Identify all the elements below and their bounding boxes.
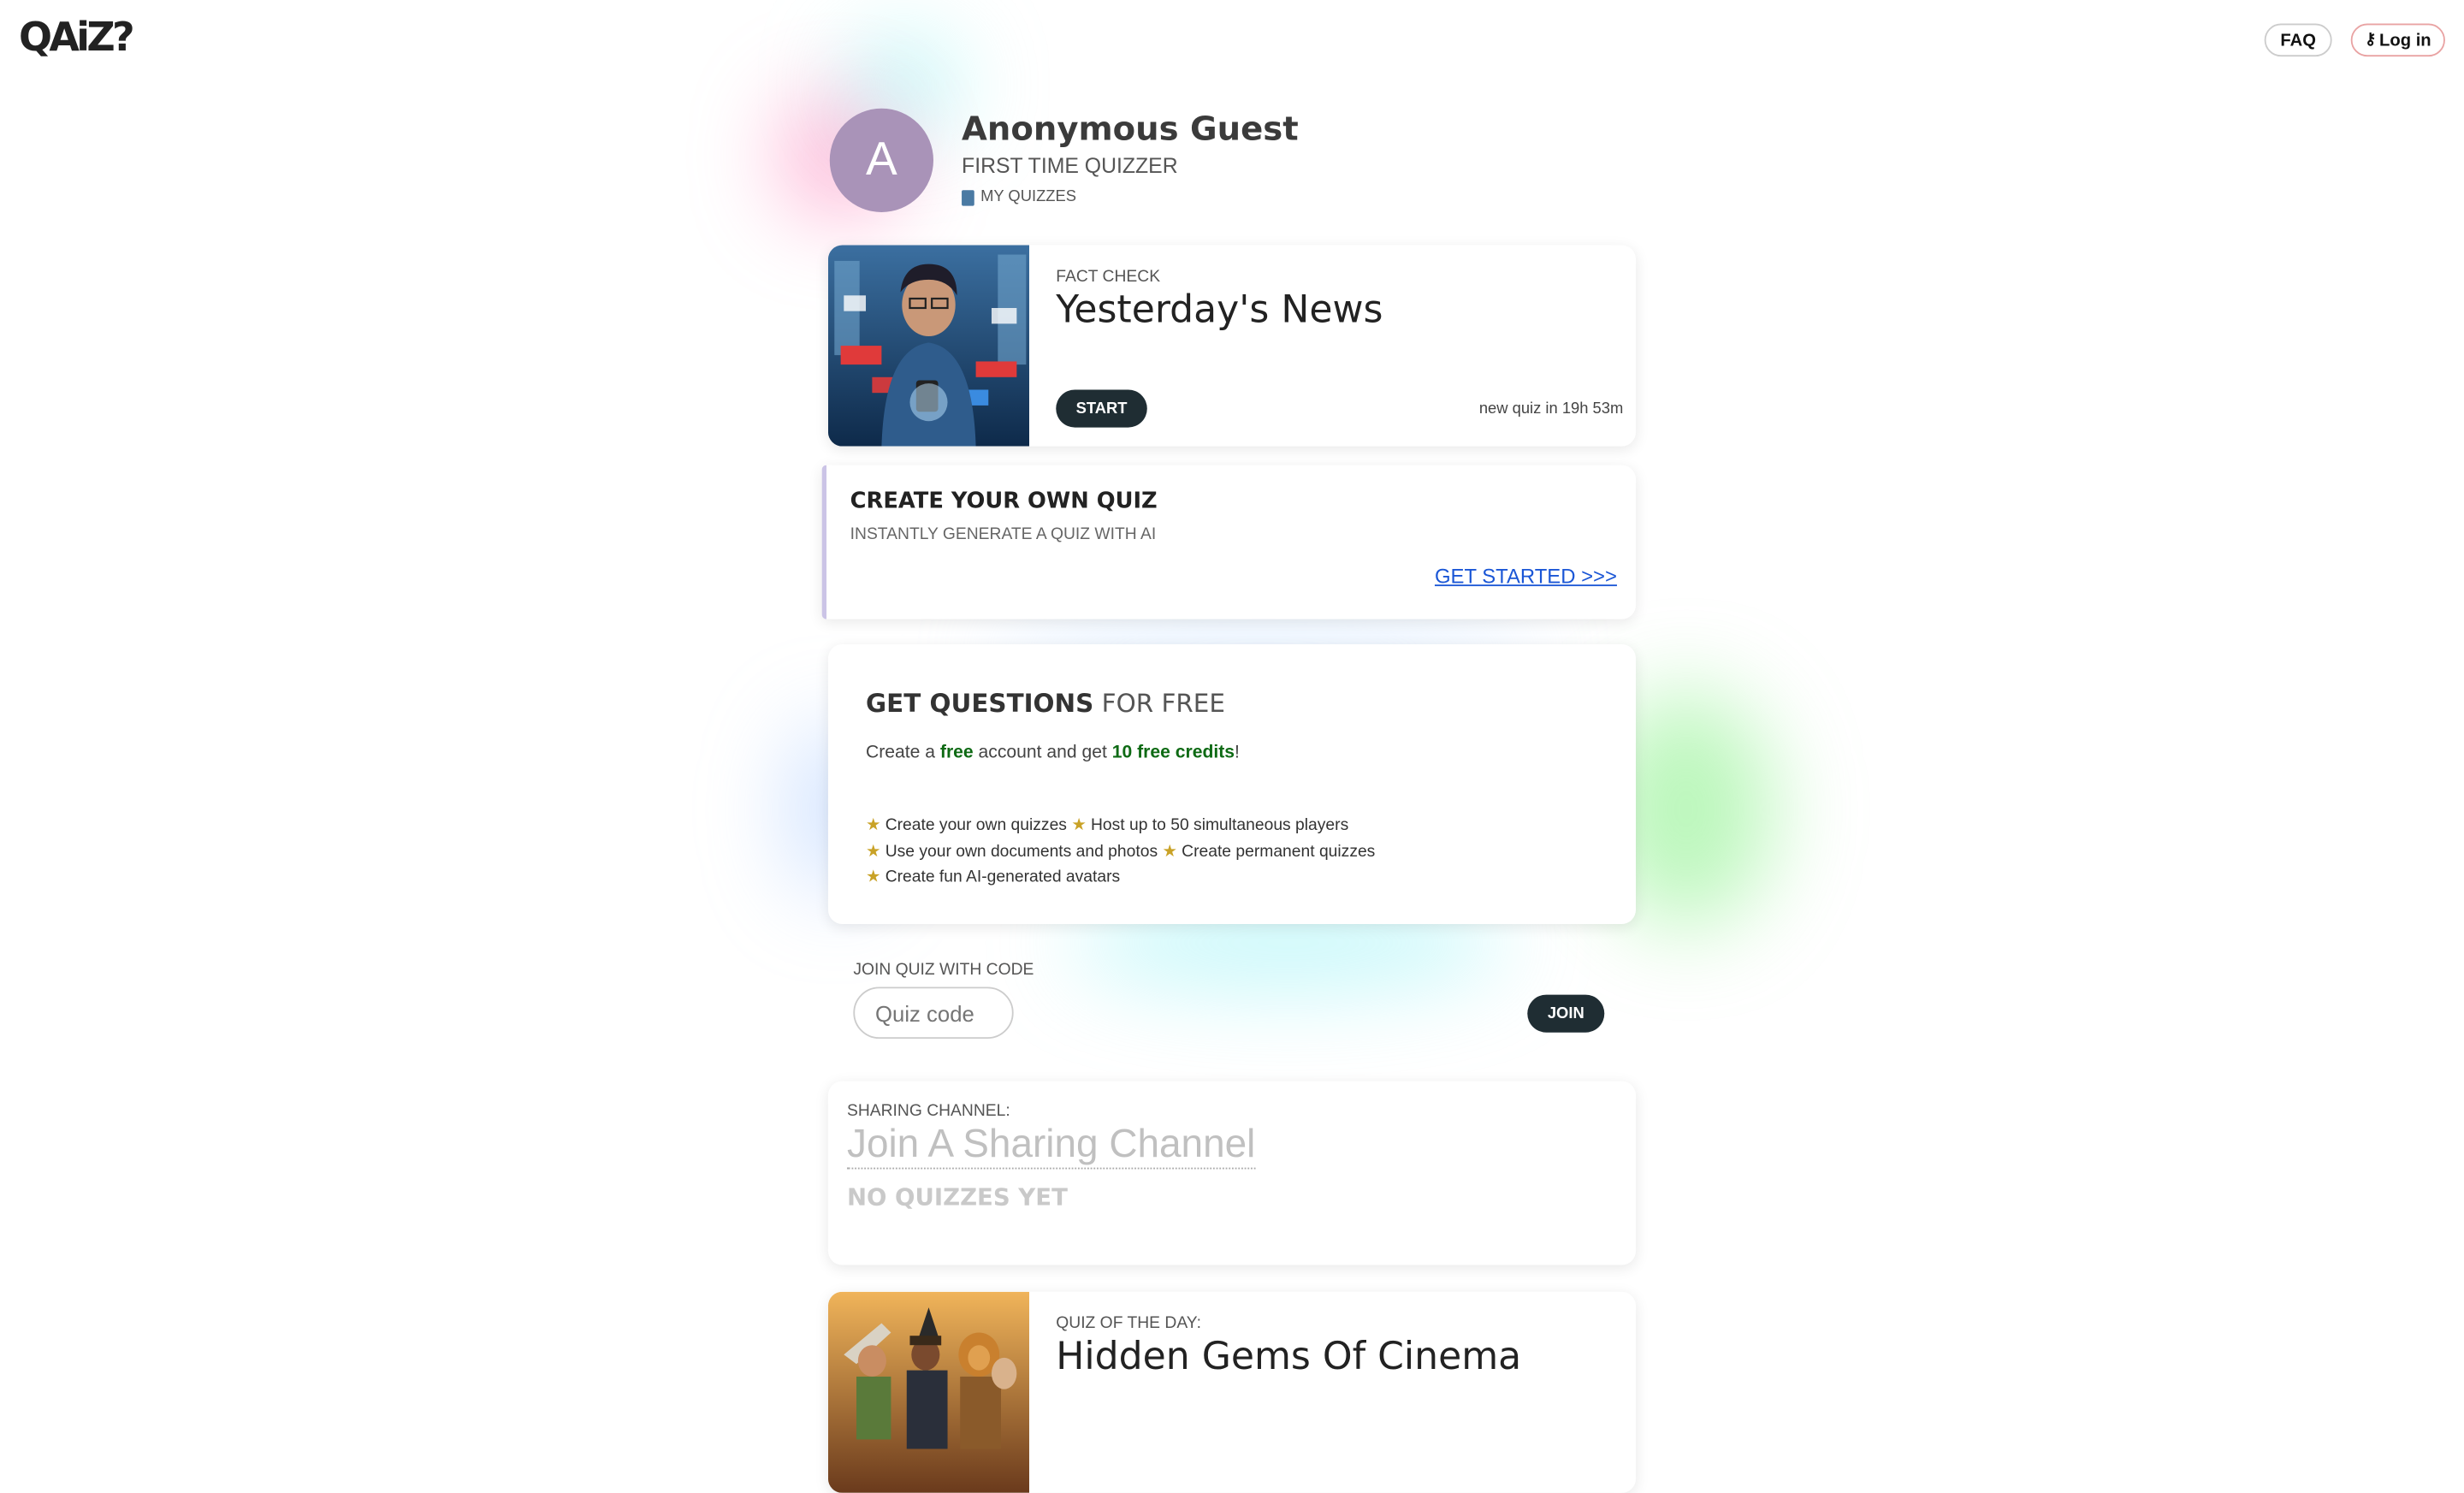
my-quizzes-label: MY QUIZZES <box>980 188 1077 206</box>
intro-text-3: ! <box>1235 743 1240 762</box>
no-quizzes-text: NO QUIZZES YET <box>846 1183 1068 1212</box>
avatar[interactable]: A <box>829 108 933 212</box>
faq-button[interactable]: FAQ <box>2264 23 2332 57</box>
star-icon: ★ <box>866 841 881 861</box>
perk-item: Create fun AI-generated avatars <box>885 867 1121 886</box>
sharing-channel-card: SHARING CHANNEL: Join A Sharing Channel … <box>827 1081 1637 1265</box>
fact-check-category: FACT CHECK <box>1056 267 1161 287</box>
free-questions-title: GET QUESTIONS FOR FREE <box>866 688 1225 718</box>
join-quiz-label: JOIN QUIZ WITH CODE <box>853 960 1034 980</box>
intro-text-1: Create a <box>866 743 940 762</box>
create-quiz-subtitle: INSTANTLY GENERATE A QUIZ WITH AI <box>850 524 1157 544</box>
intro-free: free <box>939 743 974 762</box>
perk-item: Create permanent quizzes <box>1182 841 1376 861</box>
my-quizzes-link[interactable]: MY QUIZZES <box>962 188 1077 206</box>
book-icon <box>962 189 974 205</box>
free-intro: Create a free account and get 10 free cr… <box>866 744 1240 762</box>
app-logo[interactable]: QAiZ? <box>19 15 135 60</box>
profile-name: Anonymous Guest <box>962 110 1299 148</box>
key-icon: ⚷ <box>2364 31 2377 49</box>
join-button[interactable]: JOIN <box>1527 994 1605 1033</box>
join-sharing-channel-link[interactable]: Join A Sharing Channel <box>846 1121 1256 1170</box>
intro-credits: 10 free credits <box>1111 743 1235 762</box>
create-quiz-card[interactable]: CREATE YOUR OWN QUIZ INSTANTLY GENERATE … <box>821 465 1637 619</box>
star-icon: ★ <box>1071 815 1087 835</box>
sharing-channel-label: SHARING CHANNEL: <box>846 1101 1010 1121</box>
start-button[interactable]: START <box>1056 389 1147 428</box>
perks-line: ★ Create fun AI-generated avatars <box>866 864 1375 890</box>
perk-item: Host up to 50 simultaneous players <box>1090 815 1349 835</box>
quiz-of-the-day-image <box>827 1291 1030 1493</box>
quiz-of-the-day-card[interactable]: QUIZ OF THE DAY: Hidden Gems Of Cinema <box>827 1291 1637 1493</box>
login-button[interactable]: ⚷ Log in <box>2350 23 2445 57</box>
free-questions-card: GET QUESTIONS FOR FREE Create a free acc… <box>827 644 1637 924</box>
star-icon: ★ <box>866 867 881 886</box>
star-icon: ★ <box>1162 841 1177 861</box>
login-label: Log in <box>2379 30 2431 50</box>
quiz-code-input[interactable] <box>853 986 1014 1040</box>
fact-check-card[interactable]: FACT CHECK Yesterday's News START new qu… <box>827 245 1637 447</box>
create-quiz-title: CREATE YOUR OWN QUIZ <box>850 489 1158 514</box>
fact-check-title: Yesterday's News <box>1056 287 1383 332</box>
perks-line: ★ Use your own documents and photos ★ Cr… <box>866 838 1375 864</box>
perk-item: Use your own documents and photos <box>885 841 1158 861</box>
fact-check-image <box>827 245 1030 447</box>
perks-list: ★ Create your own quizzes ★ Host up to 5… <box>866 813 1375 891</box>
new-quiz-timer: new quiz in 19h 53m <box>1478 400 1624 418</box>
star-icon: ★ <box>866 815 881 835</box>
perk-item: Create your own quizzes <box>885 815 1067 835</box>
quiz-of-the-day-title: Hidden Gems Of Cinema <box>1056 1334 1522 1378</box>
profile-rank: FIRST TIME QUIZZER <box>962 153 1178 178</box>
free-title-rest: FOR FREE <box>1101 688 1225 719</box>
free-title-bold: GET QUESTIONS <box>866 688 1094 719</box>
quiz-of-the-day-label: QUIZ OF THE DAY: <box>1056 1313 1201 1333</box>
get-started-link[interactable]: GET STARTED >>> <box>1435 564 1617 588</box>
perks-line: ★ Create your own quizzes ★ Host up to 5… <box>866 813 1375 838</box>
intro-text-2: account and get <box>973 743 1112 762</box>
